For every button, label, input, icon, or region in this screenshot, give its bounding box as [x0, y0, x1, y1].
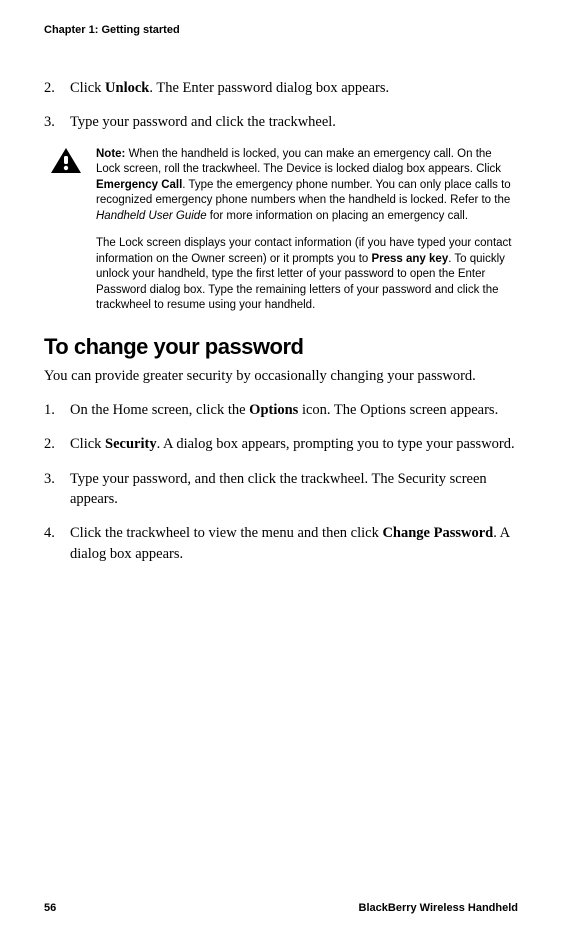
bold-term: Security [105, 436, 157, 452]
section-heading: To change your password [44, 334, 518, 360]
step-number: 3. [44, 469, 70, 510]
step-item: 2. Click Security. A dialog box appears,… [44, 434, 518, 454]
note-paragraph: Note: When the handheld is locked, you c… [96, 147, 518, 225]
step-item: 3. Type your password, and then click th… [44, 469, 518, 510]
step-text: Click the trackwheel to view the menu an… [70, 523, 518, 564]
note-text: Note: When the handheld is locked, you c… [96, 147, 518, 314]
bold-term: Unlock [105, 80, 149, 96]
text: for more information on placing an emerg… [207, 210, 468, 222]
text: Click [70, 436, 105, 452]
italic-term: Handheld User Guide [96, 210, 207, 222]
step-number: 2. [44, 434, 70, 454]
text: . A dialog box appears, prompting you to… [157, 436, 515, 452]
step-text: On the Home screen, click the Options ic… [70, 400, 518, 420]
step-number: 1. [44, 400, 70, 420]
bold-term: Options [249, 402, 298, 418]
bold-term: Change Password [382, 525, 493, 541]
section-intro: You can provide greater security by occa… [44, 366, 518, 386]
text: Click [70, 80, 105, 96]
note-block: Note: When the handheld is locked, you c… [44, 147, 518, 314]
step-text: Click Unlock. The Enter password dialog … [70, 78, 518, 98]
note-label: Note: [96, 148, 125, 160]
text: Type your password, and then click the t… [70, 471, 487, 507]
step-text: Click Security. A dialog box appears, pr… [70, 434, 518, 454]
text: Click the trackwheel to view the menu an… [70, 525, 382, 541]
step-item: 1. On the Home screen, click the Options… [44, 400, 518, 420]
step-number: 3. [44, 112, 70, 132]
chapter-header: Chapter 1: Getting started [44, 24, 518, 36]
step-item: 4. Click the trackwheel to view the menu… [44, 523, 518, 564]
warning-icon [50, 147, 82, 175]
step-number: 2. [44, 78, 70, 98]
text: . The Enter password dialog box appears. [149, 80, 389, 96]
step-item: 2. Click Unlock. The Enter password dial… [44, 78, 518, 98]
footer-brand: BlackBerry Wireless Handheld [359, 902, 518, 914]
page-footer: 56 BlackBerry Wireless Handheld [44, 902, 518, 914]
step-text: Type your password, and then click the t… [70, 469, 518, 510]
text: Type your password and click the trackwh… [70, 114, 336, 130]
step-number: 4. [44, 523, 70, 564]
bold-term: Emergency Call [96, 179, 182, 191]
page-number: 56 [44, 902, 56, 914]
note-icon-column [44, 147, 96, 314]
note-paragraph: The Lock screen displays your contact in… [96, 236, 518, 314]
step-item: 3. Type your password and click the trac… [44, 112, 518, 132]
step-text: Type your password and click the trackwh… [70, 112, 518, 132]
text: icon. The Options screen appears. [298, 402, 498, 418]
bold-term: Press any key [371, 253, 448, 265]
text: On the Home screen, click the [70, 402, 249, 418]
text: When the handheld is locked, you can mak… [96, 148, 501, 176]
